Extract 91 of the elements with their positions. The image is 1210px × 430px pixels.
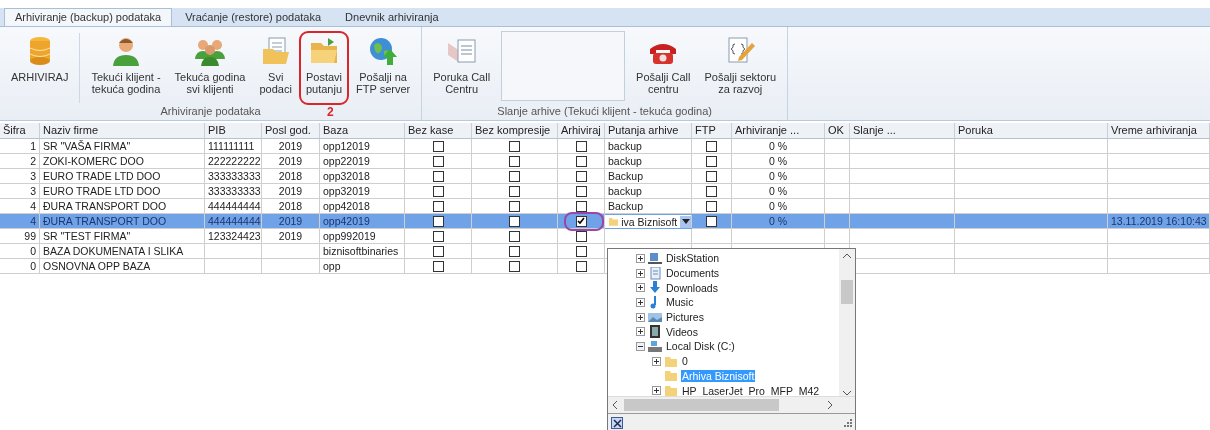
document-icon [648,266,662,280]
checkbox[interactable] [509,155,520,167]
tree-item[interactable]: Local Disk (C:) [665,340,736,353]
checkbox[interactable] [706,170,717,182]
tree-item[interactable]: Videos [665,325,699,338]
collapse-icon[interactable] [636,341,645,351]
folder-icon [609,216,619,227]
tree-item[interactable]: HP_LaserJet_Pro_MFP_M42 [681,384,821,396]
checkbox[interactable] [432,215,444,227]
resize-grip-icon[interactable] [844,419,852,427]
expand-icon[interactable] [652,356,661,366]
checkbox[interactable] [432,260,444,272]
table-row[interactable]: 99 SR "TEST FIRMA" 123324423 2019 opp992019 [0,229,1210,244]
checkbox[interactable] [706,155,717,167]
tree-item[interactable]: Downloads [665,281,719,294]
checkbox[interactable] [706,215,717,227]
close-icon[interactable] [611,417,623,429]
checkbox[interactable] [575,155,587,167]
table-cell: OSNOVNA OPP BAZA [40,259,205,274]
network-drive-icon [648,251,662,265]
checkbox[interactable] [432,185,444,197]
expand-icon[interactable] [636,253,645,263]
checkbox[interactable] [575,200,587,212]
expand-icon[interactable] [636,268,645,278]
checkbox[interactable] [575,215,587,227]
expand-icon[interactable] [636,297,645,307]
tree-item[interactable]: 0 [681,355,689,368]
checkbox[interactable] [432,170,444,182]
checkbox[interactable] [509,245,520,257]
table-row[interactable]: 3 EURO TRADE LTD DOO 333333333 2018 opp32018 Backup 0 % [0,169,1210,184]
ribbon-button[interactable]: Pošalji sektoru za razvoj [697,31,784,105]
checkbox[interactable] [509,185,520,197]
checkbox[interactable] [706,185,717,197]
ribbon-button[interactable]: Pošalji na FTP server [349,31,418,105]
checkbox[interactable] [432,155,444,167]
checkbox[interactable] [706,140,717,152]
checkbox[interactable] [575,260,587,272]
checkbox[interactable] [575,170,587,182]
table-cell: 0 [0,259,40,274]
hard-drive-icon [648,339,662,353]
vertical-scrollbar[interactable] [839,249,855,396]
expand-icon[interactable] [636,327,645,337]
checkbox[interactable] [575,185,587,197]
person-icon [110,35,142,67]
checkbox[interactable] [509,230,520,242]
group-label: Slanje arhive (Tekući klijent - tekuća godina) [497,105,712,119]
ribbon-button[interactable]: Tekuća godina svi klijenti [167,31,253,105]
checkbox[interactable] [509,215,520,227]
expand-icon[interactable] [636,312,645,322]
path-dropdown[interactable]: iva Biznisoft [605,215,692,228]
ribbon-button[interactable]: Svi podaci [252,31,299,105]
checkbox[interactable] [509,200,520,212]
download-arrow-icon [648,281,662,295]
group-label: Arhiviranje podataka [160,105,261,119]
tab[interactable]: Vraćanje (restore) podataka [174,8,333,26]
annotation-number: 2 [327,106,334,118]
ribbon-button[interactable]: Pošalji Call centru [629,31,698,105]
image-icon [648,310,662,324]
checkbox[interactable] [706,200,717,212]
checkbox[interactable] [432,245,444,257]
checkbox[interactable] [575,245,587,257]
ribbon-button[interactable]: Tekući klijent - tekuća godina [84,31,168,105]
expand-icon[interactable] [636,283,645,293]
film-icon [648,325,662,339]
checkbox[interactable] [432,200,444,212]
tree-item[interactable]: Pictures [665,311,705,324]
tab[interactable]: Arhiviranje (backup) podataka [4,8,173,26]
checkbox[interactable] [575,140,587,152]
horizontal-scrollbar[interactable] [608,396,855,413]
checkbox[interactable] [432,140,444,152]
table-row[interactable]: 1 SR "VAŠA FIRMA" 111111111 2019 opp12019 backup 0 % [0,139,1210,154]
ribbon-button[interactable]: Poruka Call Centru [426,31,498,105]
table-row[interactable]: 4 ĐURA TRANSPORT DOO 444444444 2018 opp42018 Backup 0 % [0,199,1210,214]
ribbon-button[interactable]: Postavi putanju [298,31,349,105]
expand-icon[interactable] [652,386,661,396]
table-row[interactable]: 4 ĐURA TRANSPORT DOO 444444444 2019 opp42019 iva Biznisoft 0 % 13.11.2019 16:10:43 [0,214,1210,229]
table-row[interactable]: 3 EURO TRADE LTD DOO 333333333 2019 opp32019 backup 0 % [0,184,1210,199]
message-field[interactable] [501,31,626,101]
checkbox[interactable] [509,140,520,152]
globe-icon [367,35,400,67]
table-row[interactable]: 2 ZOKI-KOMERC DOO 222222222 2019 opp22019 backup 0 % [0,154,1210,169]
table-cell: opp [320,259,405,274]
folder-icon [664,369,678,383]
checkbox[interactable] [509,260,520,272]
tree-item[interactable]: Music [665,296,695,309]
checkbox[interactable] [509,170,520,182]
ribbon-button[interactable]: ARHIVIRAJ [4,31,76,105]
checkbox[interactable] [575,230,587,242]
tab[interactable]: Dnevnik arhiviranja [334,8,450,26]
folder-icon [664,354,678,368]
checkbox[interactable] [432,230,444,242]
